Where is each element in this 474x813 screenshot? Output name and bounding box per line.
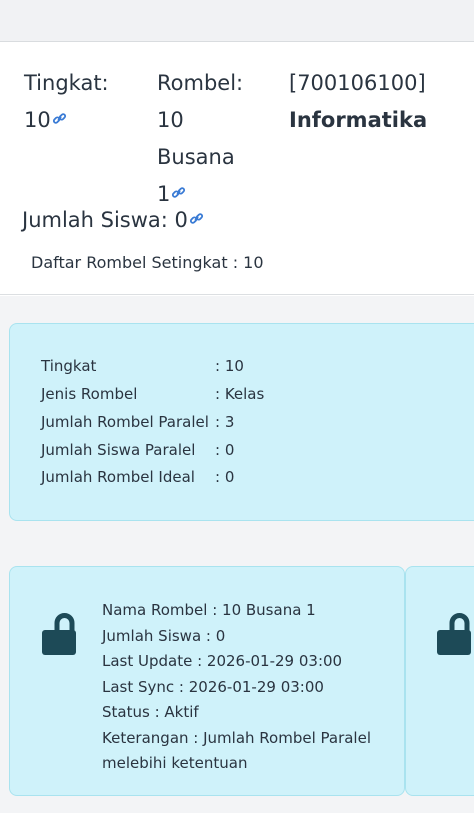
jumlah-siswa[interactable]: Jumlah Siswa: 0 [22, 208, 188, 232]
keterangan: Keterangan : Jumlah Rombel Paralel [102, 728, 371, 747]
info-label: Jenis Rombel [41, 385, 138, 403]
info-value: : Kelas [215, 385, 265, 403]
keterangan-cont: melebihi ketentuan [102, 754, 248, 772]
status: Status : Aktif [102, 703, 199, 721]
link-icon[interactable] [189, 211, 204, 226]
rombel-card-next[interactable] [405, 566, 474, 796]
info-value: : 0 [215, 441, 235, 459]
info-label: Jumlah Rombel Paralel [41, 413, 209, 431]
rombel-column: Rombel: 10 Busana 1 [157, 65, 275, 213]
link-icon[interactable] [171, 185, 186, 200]
unlock-icon [42, 613, 76, 655]
tingkat-column: Tingkat: 10 [24, 65, 144, 139]
last-sync: Last Sync : 2026-01-29 03:00 [102, 677, 324, 696]
last-update: Last Update : 2026-01-29 03:00 [102, 652, 343, 670]
kode-jurusan: [700106100] [289, 71, 426, 95]
top-bar [0, 0, 474, 42]
rombel-label: Rombel: [157, 71, 244, 95]
info-value: : 10 [215, 357, 244, 375]
info-value: : 0 [215, 468, 235, 486]
rombel-card[interactable]: Nama Rombel : 10 Busana 1 Jumlah Siswa :… [9, 566, 405, 796]
tingkat-value[interactable]: 10 [24, 108, 51, 132]
link-icon[interactable] [52, 111, 67, 126]
nama-rombel: Nama Rombel : 10 Busana 1 [102, 601, 316, 619]
info-card: Tingkat : 10 Jenis Rombel : Kelas Jumlah… [9, 323, 474, 521]
rombel-card-details: Nama Rombel : 10 Busana 1 Jumlah Siswa :… [102, 598, 392, 777]
rombel-list: Tingkat : 10 Jenis Rombel : Kelas Jumlah… [0, 296, 474, 813]
jurusan-column: [700106100] Informatika [289, 65, 474, 139]
tingkat-link[interactable]: 10 [24, 102, 144, 139]
info-label: Jumlah Rombel Ideal [41, 468, 195, 486]
rombel-name-line1[interactable]: 10 [157, 102, 275, 139]
unlock-icon [437, 613, 471, 655]
daftar-rombel-title: Daftar Rombel Setingkat : 10 [31, 253, 264, 272]
nama-jurusan: Informatika [289, 108, 428, 132]
info-label: Tingkat [41, 357, 97, 375]
tingkat-label: Tingkat: [24, 71, 109, 95]
jumlah-siswa-rombel: Jumlah Siswa : 0 [102, 626, 226, 645]
info-label: Jumlah Siswa Paralel [41, 441, 196, 459]
jumlah-siswa-link[interactable]: Jumlah Siswa: 0 [22, 203, 204, 237]
info-value: : 3 [215, 413, 235, 431]
rombel-header: Tingkat: 10 Rombel: 10 Busana 1 [7001061… [0, 43, 474, 295]
rombel-name-line2[interactable]: Busana [157, 139, 275, 176]
